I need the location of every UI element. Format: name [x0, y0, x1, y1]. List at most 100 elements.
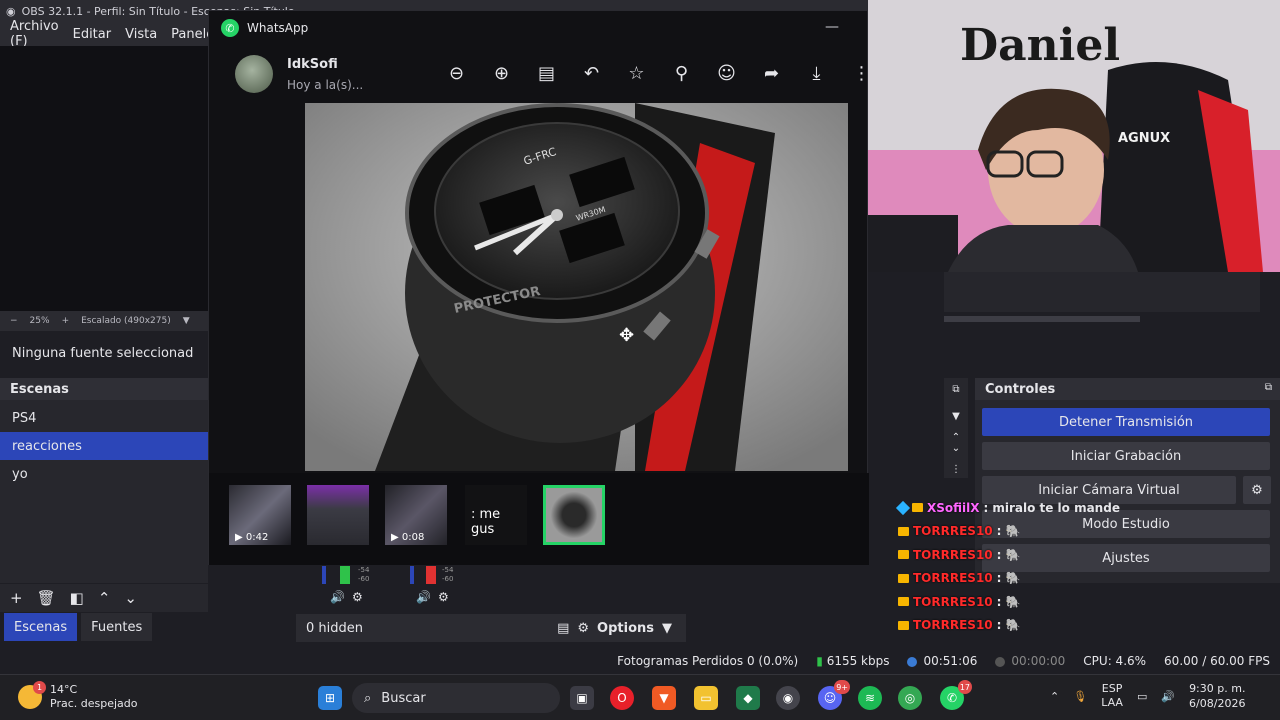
zoom-in-button[interactable]: +	[62, 316, 70, 326]
menu-editar[interactable]: Editar	[73, 27, 112, 42]
scene-item-reacciones[interactable]: reacciones	[0, 432, 208, 460]
dropdown-icon[interactable]: ▼	[944, 411, 968, 422]
audio-mixer: -54 -60 -54 -60 🔊 ⚙ 🔊 ⚙	[296, 562, 686, 612]
avatar[interactable]	[235, 55, 273, 93]
thumbnail[interactable]: ▶ 0:08	[385, 485, 447, 545]
emote-icon: 🐘	[1005, 571, 1021, 586]
windows-start-icon[interactable]: ⊞	[318, 686, 342, 710]
menu-vista[interactable]: Vista	[125, 27, 157, 42]
whatsapp-window: ✆ WhatsApp — IdkSofi Hoy a la(s)... ⊖ ⊕ …	[208, 10, 871, 565]
tab-fuentes[interactable]: Fuentes	[81, 613, 153, 641]
transition-scroll[interactable]	[944, 316, 1140, 322]
filter-icon[interactable]: ◧	[70, 589, 84, 607]
reply-icon[interactable]: ↶	[580, 63, 603, 84]
caption-icon[interactable]: ▤	[535, 63, 558, 84]
options-button[interactable]: ▤ ⚙ Options ▼	[557, 621, 672, 636]
clock[interactable]: 9:30 p. m. 6/08/2026	[1189, 681, 1245, 711]
chrome-icon[interactable]: ◎	[898, 686, 922, 710]
thumbnail[interactable]: ▶ 0:42	[229, 485, 291, 545]
obs-menubar: Archivo (F) Editar Vista Panele	[0, 19, 214, 49]
taskbar-search[interactable]: ⌕ Buscar	[352, 683, 560, 713]
mixer-layout-icon[interactable]: ▤	[557, 621, 569, 636]
forward-icon[interactable]: ➦	[760, 63, 783, 84]
chat-text: miralo te lo mande	[992, 500, 1120, 515]
weather-desc: Prac. despejado	[50, 697, 138, 710]
spotify-icon[interactable]: ≋	[858, 686, 882, 710]
weather-widget[interactable]: 1 14°C Prac. despejado	[18, 681, 138, 711]
sun-icon: 1	[18, 681, 46, 709]
windows-taskbar: 1 14°C Prac. despejado ⊞ ⌕ Buscar ▣ O ▼ …	[0, 674, 1280, 720]
start-recording-button[interactable]: Iniciar Grabación	[982, 442, 1270, 470]
float-icon[interactable]: ⧉	[1265, 382, 1272, 393]
star-icon[interactable]: ☆	[625, 63, 648, 84]
rec-time: 00:00:00	[995, 654, 1065, 668]
obs-preview[interactable]	[0, 46, 208, 311]
download-icon[interactable]: ⤓	[805, 63, 828, 84]
brave-icon[interactable]: ▼	[652, 686, 676, 710]
video-duration: ▶ 0:42	[235, 532, 269, 543]
move-down-icon[interactable]: ⌄	[124, 589, 137, 607]
spin-down-icon[interactable]: ⌄	[944, 443, 968, 454]
zoom-out-icon[interactable]: ⊖	[445, 63, 468, 84]
language-indicator[interactable]: ESP LAA	[1101, 682, 1123, 710]
zoom-out-button[interactable]: −	[10, 316, 18, 326]
chat-username: TORRRES10	[913, 547, 993, 562]
pin-icon[interactable]: ⚲	[670, 63, 693, 84]
mixer-settings-icon[interactable]: ⚙	[438, 590, 449, 604]
volume-icon[interactable]: 🔊	[1161, 690, 1175, 703]
move-up-icon[interactable]: ⌃	[98, 589, 111, 607]
more-icon[interactable]: ⋮	[944, 464, 968, 475]
scene-item-yo[interactable]: yo	[0, 460, 208, 488]
speaker-icon[interactable]: 🔊	[330, 590, 345, 604]
badge-icon	[895, 500, 911, 515]
app-icon[interactable]: ◆	[736, 686, 760, 710]
source-toolbar: Ninguna fuente seleccionad	[0, 334, 208, 372]
react-icon[interactable]: ☺	[715, 63, 738, 84]
stop-stream-button[interactable]: Detener Transmisión	[982, 408, 1270, 436]
badge-icon	[898, 573, 909, 583]
opera-icon[interactable]: O	[610, 686, 634, 710]
trash-icon[interactable]: 🗑	[37, 589, 56, 607]
network-icon[interactable]: ▭	[1137, 690, 1147, 703]
badge-icon	[898, 597, 909, 607]
media-image[interactable]: G-FRC WR30M PROTECTOR ✥	[305, 103, 848, 471]
tab-escenas[interactable]: Escenas	[4, 613, 78, 641]
file-explorer-icon[interactable]: ▭	[694, 686, 718, 710]
float-icon[interactable]: ⧉	[944, 384, 968, 395]
minimize-icon[interactable]: —	[825, 19, 839, 35]
zoom-in-icon[interactable]: ⊕	[490, 63, 513, 84]
obs-statusbar: Fotogramas Perdidos 0 (0.0%) ▮ 6155 kbps…	[0, 648, 1280, 674]
badge-icon	[898, 526, 909, 536]
webcam-scene: Daniel AGNUX	[868, 0, 1280, 272]
thumbnail[interactable]	[307, 485, 369, 545]
add-scene-button[interactable]: +	[10, 589, 23, 607]
advanced-audio-icon[interactable]: ⚙	[577, 621, 589, 636]
emote-icon: 🐘	[1005, 594, 1021, 609]
contact-name: IdkSofi	[287, 56, 338, 72]
thumbnail[interactable]: : me gus	[465, 485, 527, 545]
thumbnail-selected[interactable]	[543, 485, 605, 545]
spin-up-icon[interactable]: ⌃	[944, 432, 968, 443]
whatsapp-title: WhatsApp	[247, 21, 309, 35]
chevron-up-icon[interactable]: ⌃	[1050, 690, 1059, 703]
thumbnail-caption: : me gus	[471, 507, 501, 537]
stream-indicator-icon	[907, 656, 918, 667]
obs-icon[interactable]: ◉	[776, 686, 800, 710]
menu-archivo[interactable]: Archivo (F)	[10, 19, 59, 49]
speaker-icon[interactable]: 🔊	[416, 590, 431, 604]
scene-item-ps4[interactable]: PS4	[0, 404, 208, 432]
discord-icon[interactable]: ☺ 9+	[818, 680, 850, 710]
scenes-toolbar: + 🗑 ◧ ⌃ ⌄	[0, 584, 208, 612]
dock-tabs: Escenas Fuentes	[0, 612, 290, 642]
bitrate-value: 6155 kbps	[826, 654, 890, 668]
whatsapp-icon[interactable]: ✆ 17	[940, 680, 972, 710]
chat-separator: :	[996, 524, 1002, 539]
mixer-settings-icon[interactable]: ⚙	[352, 590, 363, 604]
chat-message: TORRRES10 : 🐘	[898, 590, 1168, 614]
transition-duration-bar	[944, 272, 1260, 312]
task-view-icon[interactable]: ▣	[570, 686, 594, 710]
microphone-icon[interactable]: 🎙	[1073, 690, 1087, 703]
chat-message: XSofiilX : miralo te lo mande	[895, 496, 1168, 520]
scaling-dropdown-icon[interactable]: ▼	[183, 316, 190, 326]
gear-icon[interactable]: ⚙	[1243, 476, 1271, 504]
